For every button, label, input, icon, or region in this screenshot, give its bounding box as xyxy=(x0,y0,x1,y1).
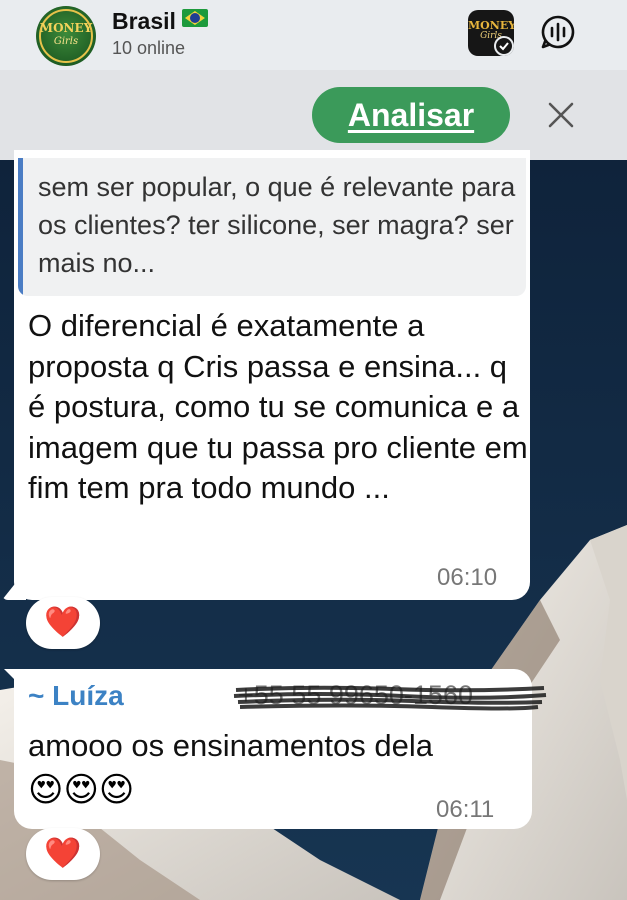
quoted-text: sem ser popular, o que é relevante para … xyxy=(38,172,516,278)
message-text: O diferencial é exatamente a proposta q … xyxy=(28,308,528,505)
message-time: 06:10 xyxy=(437,564,498,591)
avatar-logo-text: MONEY xyxy=(39,21,93,35)
redaction-scribble xyxy=(233,685,547,711)
group-name: Brasil xyxy=(112,8,176,34)
chat-header[interactable]: MONEY Girls Brasil 10 online MONEY Girls xyxy=(0,0,627,70)
online-count: 10 online xyxy=(112,38,186,58)
analyze-button[interactable]: Analisar xyxy=(312,87,510,143)
group-title[interactable]: Brasil xyxy=(112,8,208,35)
quoted-message[interactable]: sem ser popular, o que é relevante para … xyxy=(18,158,526,296)
close-icon[interactable] xyxy=(546,100,576,130)
message-text: amooo os ensinamentos dela xyxy=(28,728,433,763)
brazil-flag-icon xyxy=(181,9,208,27)
voice-chat-icon[interactable] xyxy=(540,14,576,50)
checkmark-badge-icon xyxy=(494,36,514,56)
heart-reaction[interactable]: ❤️ xyxy=(26,597,100,649)
avatar-logo-sub: Girls xyxy=(53,36,79,47)
group-avatar[interactable]: MONEY Girls xyxy=(36,6,96,66)
quote-accent-bar xyxy=(18,158,23,296)
sender-name[interactable]: ~ Luíza xyxy=(28,680,124,712)
message-time: 06:11 xyxy=(436,796,495,823)
heart-eyes-emojis: 😍😍😍 xyxy=(28,771,135,809)
heart-reaction[interactable]: ❤️ xyxy=(26,828,100,880)
